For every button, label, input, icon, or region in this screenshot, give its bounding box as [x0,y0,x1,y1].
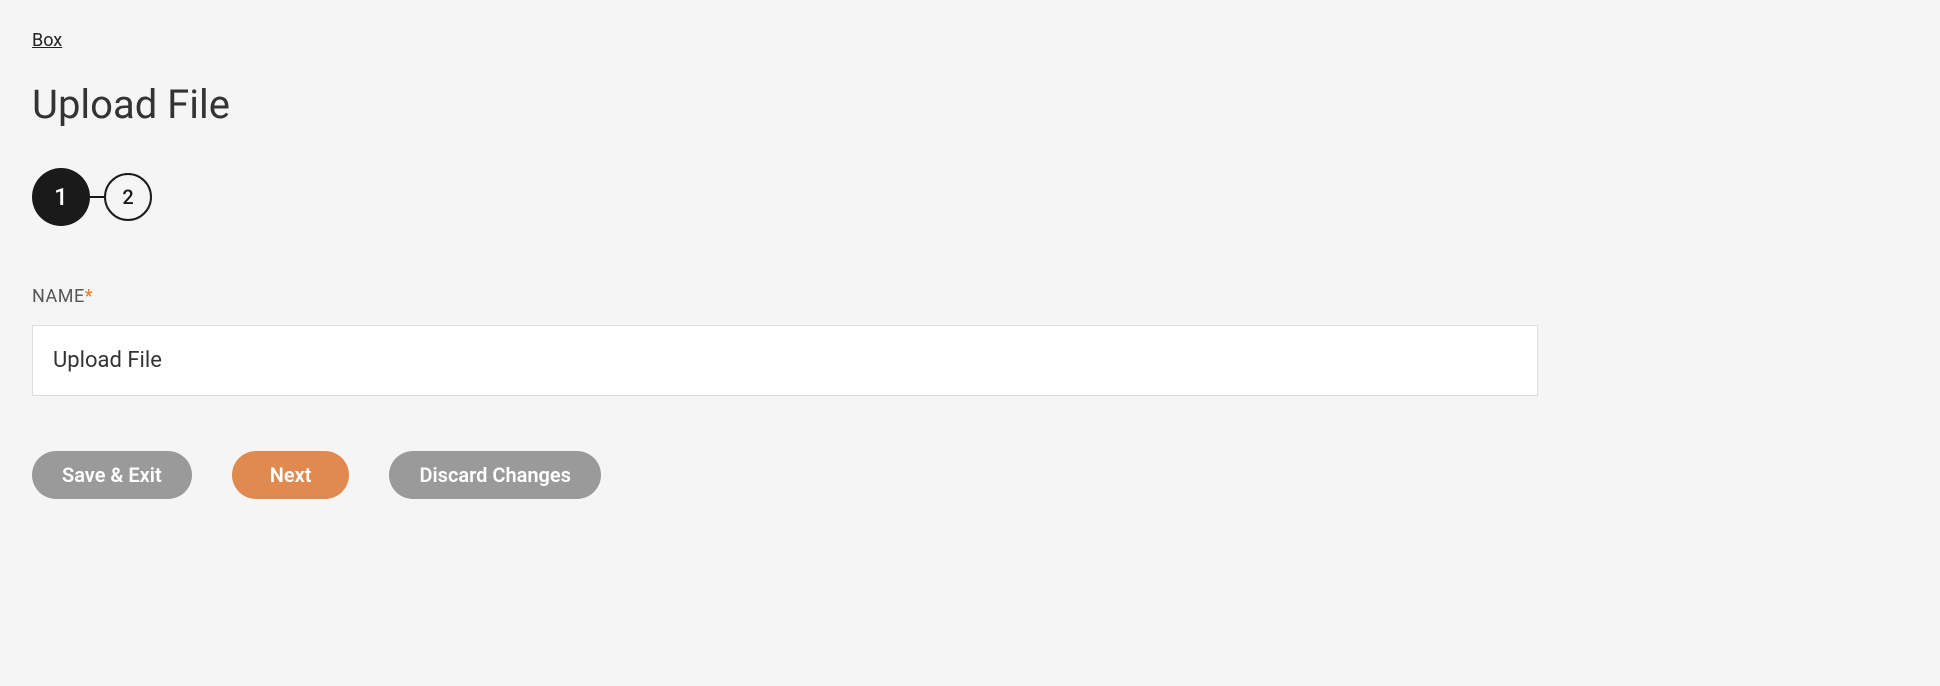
name-field-label: NAME* [32,286,1908,307]
name-label-text: NAME [32,286,85,307]
required-asterisk: * [85,286,93,307]
stepper: 1 2 [32,168,1908,226]
step-2[interactable]: 2 [104,173,152,221]
name-input[interactable] [32,325,1538,396]
name-field-group: NAME* [32,286,1908,396]
step-connector [90,196,104,198]
step-1[interactable]: 1 [32,168,90,226]
discard-changes-button[interactable]: Discard Changes [389,451,601,499]
save-exit-button[interactable]: Save & Exit [32,451,192,499]
action-button-row: Save & Exit Next Discard Changes [32,451,1908,499]
page-title: Upload File [32,81,1908,128]
breadcrumb-box-link[interactable]: Box [32,30,62,51]
next-button[interactable]: Next [232,451,350,499]
